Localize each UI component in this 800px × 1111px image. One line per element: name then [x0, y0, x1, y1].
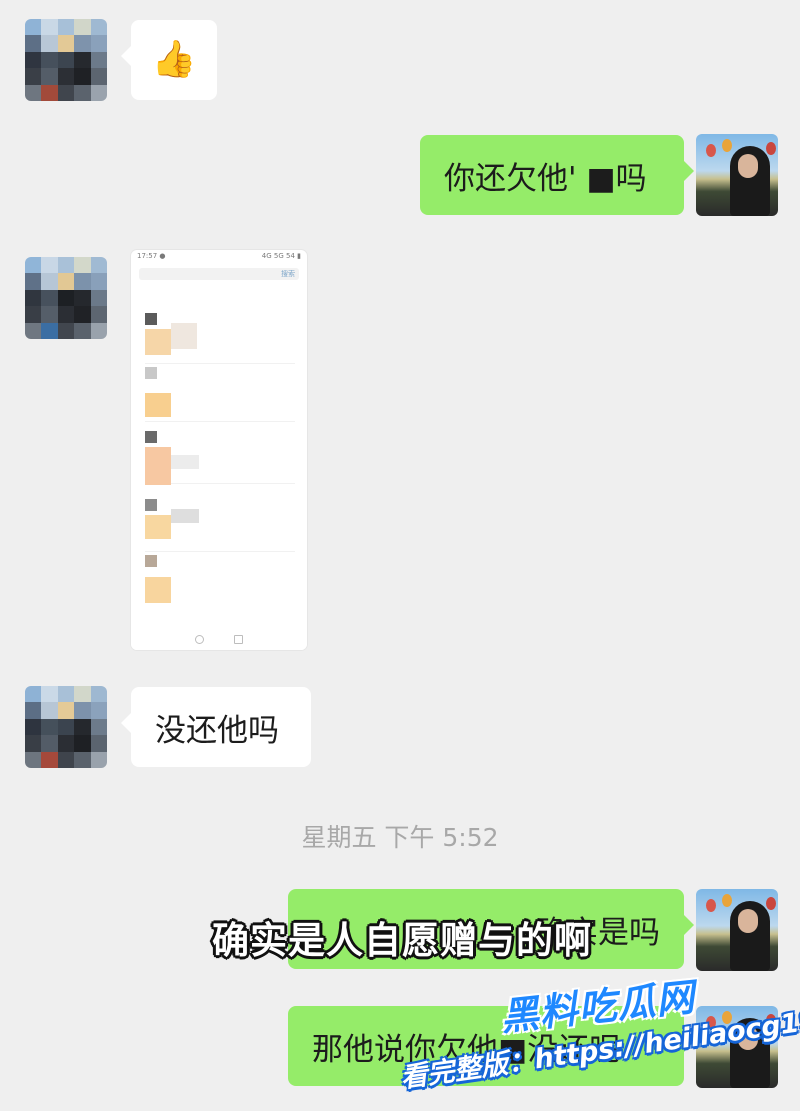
thumbs-up-icon: 👍 — [151, 39, 197, 80]
contact-avatar[interactable] — [25, 686, 107, 768]
screenshot-search-action: 搜索 — [281, 270, 295, 278]
my-avatar[interactable] — [696, 134, 778, 216]
home-icon — [195, 634, 204, 644]
message-text: 没还他吗 — [155, 712, 279, 749]
screenshot-row — [145, 363, 295, 422]
contact-avatar[interactable] — [25, 19, 107, 101]
shared-screenshot-image[interactable]: 17:57 ● 4G 5G 54 ▮ 搜索 — [131, 250, 307, 650]
screenshot-time: 17:57 ● — [137, 252, 166, 260]
screenshot-signal: 4G 5G 54 ▮ — [261, 252, 301, 260]
video-caption: 确实是人自愿赠与的啊 — [212, 919, 592, 962]
screenshot-row — [145, 493, 295, 552]
contact-avatar[interactable] — [25, 257, 107, 339]
recent-apps-icon — [234, 634, 243, 644]
chat-timestamp: 星期五 下午 5:52 — [301, 823, 499, 852]
message-bubble-thumbs-up[interactable]: 👍 — [121, 20, 217, 100]
screenshot-status-bar: 17:57 ● 4G 5G 54 ▮ — [131, 250, 307, 264]
screenshot-row — [145, 549, 295, 607]
message-bubble-outgoing[interactable]: 你还欠他' ■吗 — [420, 135, 694, 215]
message-text: 你还欠他' ■吗 — [444, 160, 647, 197]
my-avatar[interactable] — [696, 889, 778, 971]
message-bubble-incoming[interactable]: 没还他吗 — [121, 687, 311, 767]
screenshot-search-bar: 搜索 — [139, 268, 299, 280]
screenshot-nav-bar — [131, 628, 307, 650]
screenshot-row — [145, 425, 295, 485]
screenshot-row — [145, 305, 295, 364]
